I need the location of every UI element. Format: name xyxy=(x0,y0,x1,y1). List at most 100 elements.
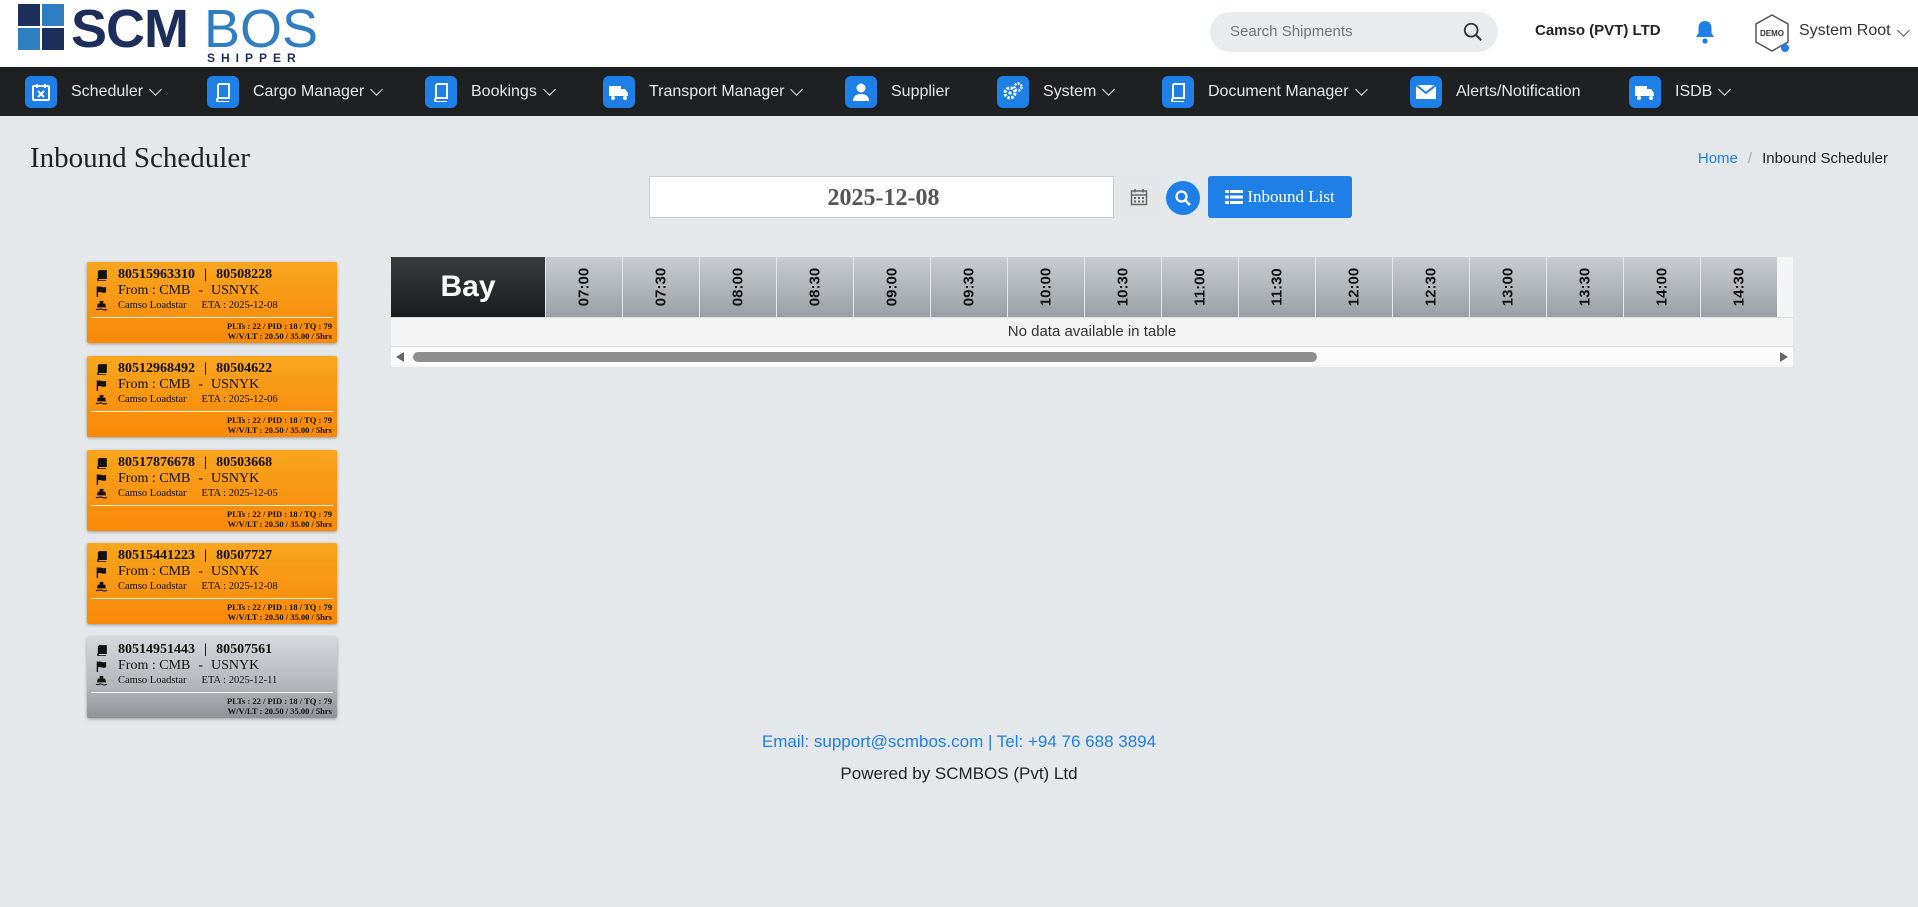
logo-square xyxy=(42,4,64,26)
time-slot-header: 07:00 xyxy=(545,257,622,317)
nav-document-manager[interactable]: Document Manager xyxy=(1162,67,1368,116)
logo-square xyxy=(18,4,40,26)
card-refs: 80515441223 | 80507727 xyxy=(95,548,272,564)
time-slot-label: 14:00 xyxy=(1653,267,1671,307)
horizontal-scrollbar[interactable] xyxy=(391,348,1793,365)
search-icon[interactable] xyxy=(1462,21,1484,43)
envelope-icon xyxy=(1410,75,1442,108)
nav-bookings[interactable]: Bookings xyxy=(425,67,556,116)
chevron-down-icon xyxy=(1718,82,1732,96)
card-destination: USNYK xyxy=(211,471,260,486)
page-title: Inbound Scheduler xyxy=(30,142,250,174)
card-vessel: Camso Loadstar xyxy=(118,394,187,405)
scrollbar-thumb[interactable] xyxy=(413,352,1317,362)
list-icon xyxy=(1225,190,1244,204)
book-icon xyxy=(97,457,107,469)
card-ref-secondary: 80508228 xyxy=(216,267,273,282)
time-slot-label: 08:00 xyxy=(729,267,747,307)
time-slot-header: 09:00 xyxy=(853,257,930,317)
ship-icon xyxy=(95,394,108,405)
logo-subtitle: SHIPPER xyxy=(207,51,302,65)
shipment-card[interactable]: 80515963310 | 80508228 From : CMB - USNYK Cams… xyxy=(87,262,337,343)
card-divider xyxy=(91,505,333,506)
card-divider xyxy=(91,692,333,693)
nav-label: System xyxy=(1043,82,1097,100)
breadcrumb-home-link[interactable]: Home xyxy=(1698,150,1738,167)
time-slot-label: 10:30 xyxy=(1114,267,1132,307)
user-menu[interactable]: System Root xyxy=(1799,22,1910,40)
card-ref-primary: 80515963310 xyxy=(118,267,195,282)
flag-icon xyxy=(96,473,107,485)
time-slot-header: 13:30 xyxy=(1546,257,1623,317)
flag-icon xyxy=(96,566,107,578)
time-slot-header: 12:00 xyxy=(1315,257,1392,317)
shipment-card[interactable]: 80517876678 | 80503668 From : CMB - USNYK Cams… xyxy=(87,450,337,531)
card-destination: USNYK xyxy=(211,283,260,298)
card-stats-line2: W/V/LT : 20.50 / 35.00 / 5hrs xyxy=(227,519,332,529)
card-ref-separator: | xyxy=(204,642,208,657)
search-input[interactable] xyxy=(1228,22,1452,41)
nav-alerts-notification[interactable]: Alerts/Notification xyxy=(1410,67,1581,116)
scroll-left-arrow-icon[interactable] xyxy=(396,352,404,362)
time-slot-label: 12:00 xyxy=(1345,267,1363,307)
truck-icon xyxy=(603,75,635,108)
gears-icon xyxy=(997,75,1029,108)
card-stats-line1: PLTs : 22 / PID : 18 / TQ : 79 xyxy=(226,321,332,331)
time-slot-header: 14:00 xyxy=(1623,257,1700,317)
time-slot-label: 09:30 xyxy=(960,267,978,307)
nav-supplier[interactable]: Supplier xyxy=(845,67,950,116)
top-header: SCM BOS SHIPPER Camso (PVT) LTD DEMO Sys… xyxy=(0,0,1918,67)
nav-cargo-manager[interactable]: Cargo Manager xyxy=(207,67,384,116)
breadcrumb-current: Inbound Scheduler xyxy=(1762,150,1888,167)
time-slot-label: 11:00 xyxy=(1191,268,1209,306)
nav-isdb[interactable]: ISDB xyxy=(1629,67,1732,116)
scroll-right-arrow-icon[interactable] xyxy=(1780,352,1788,362)
shipment-card[interactable]: 80514951443 | 80507561 From : CMB - USNYK Cams… xyxy=(87,637,337,718)
date-search-button[interactable] xyxy=(1166,181,1200,215)
nav-label: Scheduler xyxy=(71,82,144,100)
footer-contact[interactable]: Email: support@scmbos.com | Tel: +94 76 … xyxy=(0,732,1918,752)
footer-powered-by: Powered by SCMBOS (Pvt) Ltd xyxy=(840,764,1078,783)
card-stats-line2: W/V/LT : 20.50 / 35.00 / 5hrs xyxy=(227,612,332,622)
shipment-card[interactable]: 80515441223 | 80507727 From : CMB - USNYK Cams… xyxy=(87,543,337,624)
calendar-button[interactable] xyxy=(1114,176,1164,218)
card-eta: ETA : 2025-12-06 xyxy=(201,394,278,405)
date-field xyxy=(649,176,1117,219)
card-stats-line2: W/V/LT : 20.50 / 35.00 / 5hrs xyxy=(227,425,332,435)
card-route: From : CMB - USNYK xyxy=(95,283,259,299)
time-slot-label: 14:30 xyxy=(1730,267,1748,307)
inbound-list-button[interactable]: Inbound List xyxy=(1208,176,1352,218)
card-vessel: Camso Loadstar xyxy=(118,581,187,592)
card-ref-separator: | xyxy=(204,548,208,563)
chevron-down-icon xyxy=(370,82,384,96)
nav-system[interactable]: System xyxy=(997,67,1116,116)
card-stats-line1: PLTs : 22 / PID : 18 / TQ : 79 xyxy=(226,602,332,612)
card-eta: ETA : 2025-12-05 xyxy=(201,488,278,499)
card-refs: 80514951443 | 80507561 xyxy=(95,642,272,658)
notification-bell-icon[interactable] xyxy=(1693,19,1717,45)
truck-icon xyxy=(1629,75,1661,108)
time-slot-label: 10:00 xyxy=(1037,267,1055,307)
card-ref-primary: 80514951443 xyxy=(118,642,195,657)
nav-scheduler[interactable]: Scheduler xyxy=(25,67,162,116)
book-icon xyxy=(1162,75,1194,108)
app-logo[interactable]: SCM BOS SHIPPER xyxy=(18,0,328,65)
nav-transport-manager[interactable]: Transport Manager xyxy=(603,67,804,116)
nav-label: Alerts/Notification xyxy=(1456,82,1581,100)
card-stats: PLTs : 22 / PID : 18 / TQ : 79 W/V/LT : 2… xyxy=(227,509,332,529)
card-ref-secondary: 80504622 xyxy=(216,361,273,376)
card-stats-line1: PLTs : 22 / PID : 18 / TQ : 79 xyxy=(226,509,332,519)
card-destination: USNYK xyxy=(211,377,260,392)
chevron-down-icon xyxy=(1896,24,1910,37)
card-ref-separator: | xyxy=(204,267,208,282)
avatar[interactable]: DEMO xyxy=(1753,13,1791,53)
date-input[interactable] xyxy=(650,177,1117,219)
calendar-icon xyxy=(25,75,57,108)
company-name[interactable]: Camso (PVT) LTD xyxy=(1535,22,1661,39)
chevron-down-icon xyxy=(1102,82,1116,96)
card-origin: From : CMB xyxy=(118,283,191,298)
calendar-icon xyxy=(1130,189,1148,206)
nav-label: Transport Manager xyxy=(649,82,785,100)
card-eta: ETA : 2025-12-11 xyxy=(201,675,278,686)
shipment-card[interactable]: 80512968492 | 80504622 From : CMB - USNYK Cams… xyxy=(87,356,337,437)
